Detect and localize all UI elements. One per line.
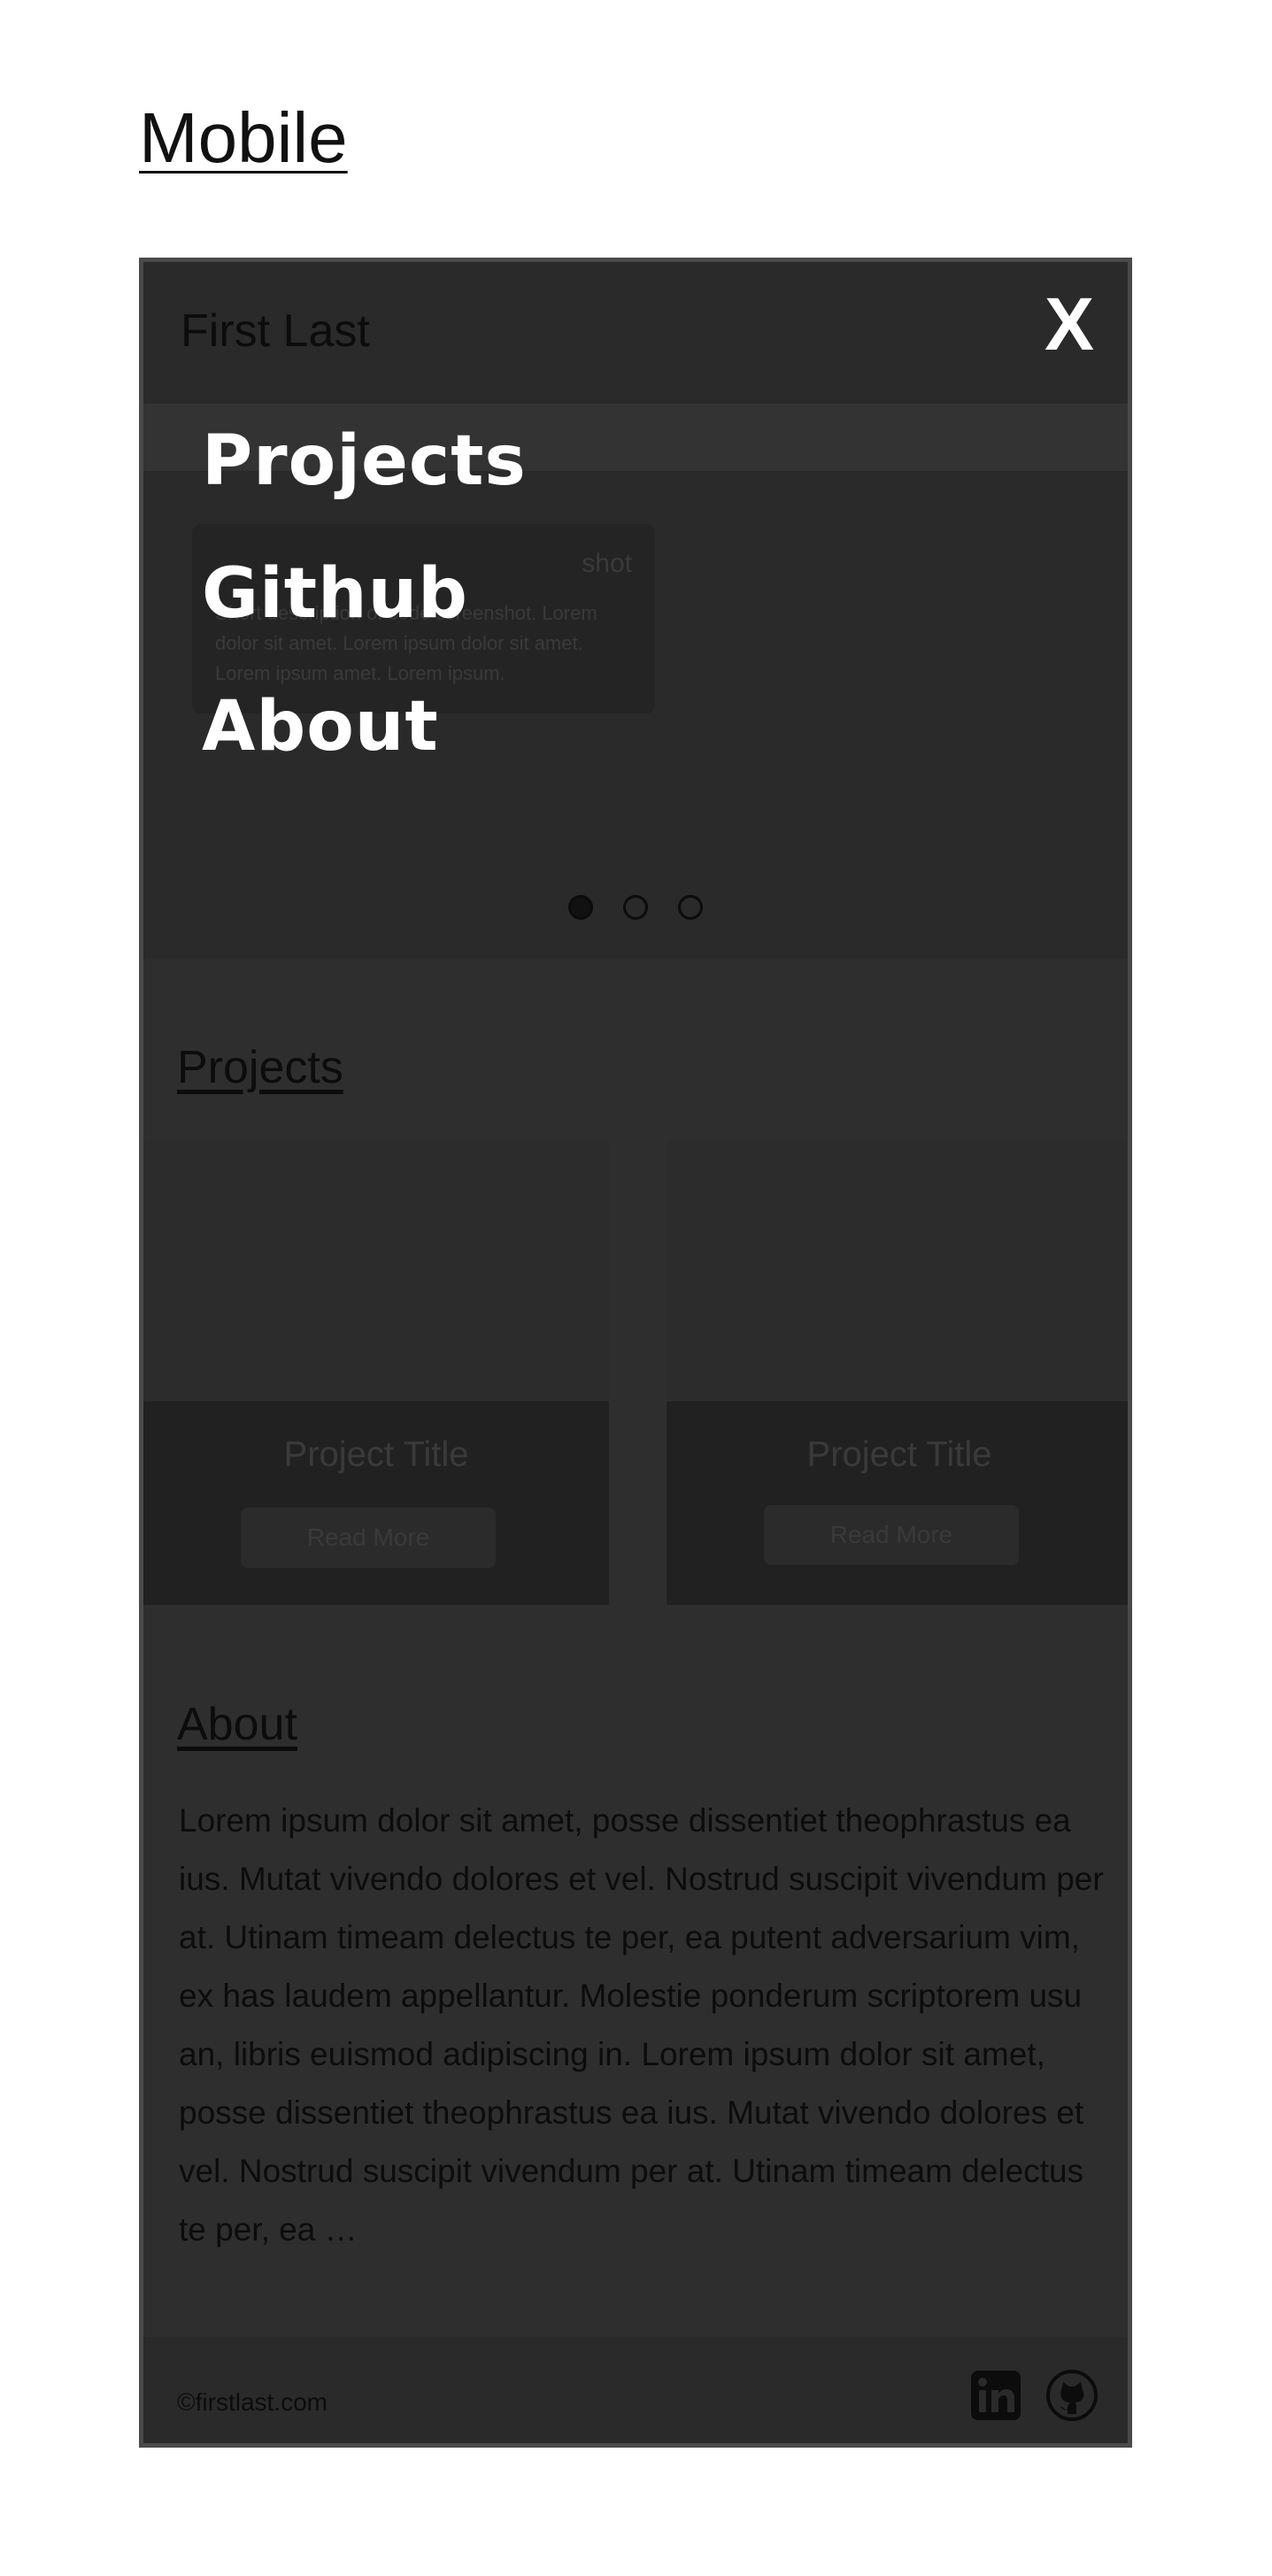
projects-title: Projects <box>177 1042 343 1093</box>
copyright: ©firstlast.com <box>177 2388 328 2416</box>
footer: ©firstlast.com <box>143 2337 1128 2443</box>
github-icon[interactable] <box>1045 2369 1099 2422</box>
carousel-dot[interactable] <box>678 895 703 920</box>
project-card: Project Title Read More <box>667 1140 1128 1605</box>
project-card: Project Title Read More <box>143 1140 609 1605</box>
page-heading: Mobile <box>139 98 348 177</box>
project-title: Project Title <box>283 1435 469 1474</box>
project-title: Project Title <box>806 1435 992 1474</box>
close-menu-button[interactable]: X <box>1045 287 1094 361</box>
menu-item-projects[interactable]: Projects <box>202 395 527 528</box>
menu-item-about[interactable]: About <box>202 660 527 793</box>
about-title: About <box>177 1699 297 1750</box>
menu-item-github[interactable]: Github <box>202 528 527 660</box>
top-bar: First Last X <box>143 262 1128 404</box>
linkedin-icon[interactable] <box>969 2369 1022 2422</box>
carousel-dot[interactable] <box>568 895 593 920</box>
project-image <box>143 1140 609 1401</box>
carousel-dot[interactable] <box>623 895 648 920</box>
overlay-nav-menu: Projects Github About <box>202 395 527 793</box>
read-more-button[interactable]: Read More <box>241 1508 496 1568</box>
carousel-dots <box>143 895 1128 924</box>
read-more-button[interactable]: Read More <box>764 1505 1019 1565</box>
about-text: Lorem ipsum dolor sit amet, posse dissen… <box>179 1802 1104 2248</box>
brand-name[interactable]: First Last <box>181 305 370 358</box>
project-image <box>667 1140 1128 1401</box>
mobile-mockup: First Last X shot Short description of c… <box>139 258 1132 2448</box>
